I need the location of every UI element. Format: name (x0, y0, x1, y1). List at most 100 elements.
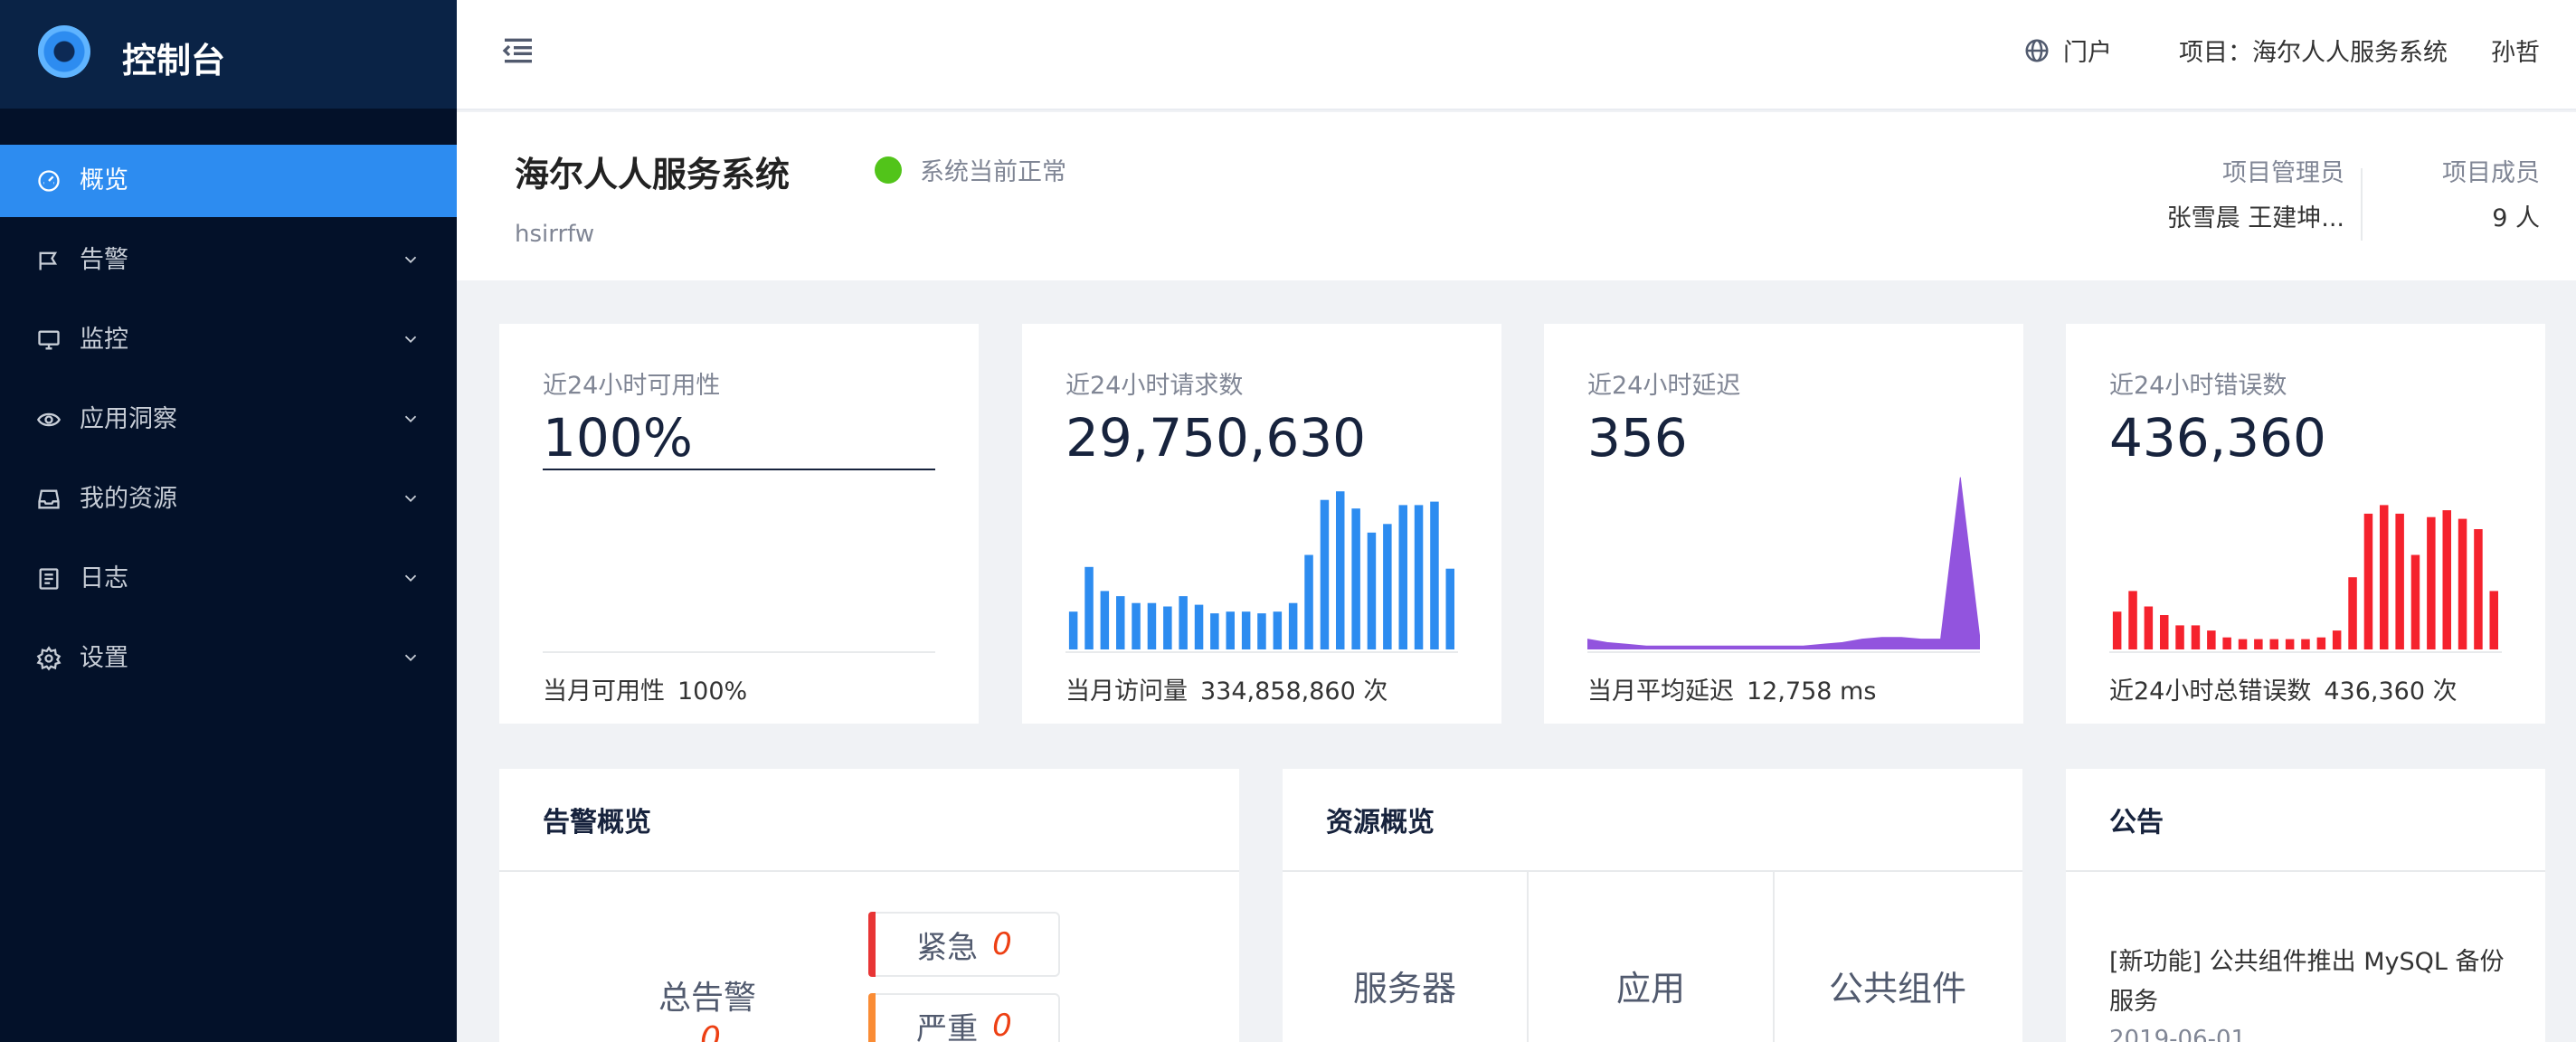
chart-bar (1084, 566, 1094, 649)
project-members: 项目成员 9 人 (2386, 157, 2576, 235)
card-divider (1587, 651, 1980, 653)
chart-bar (2363, 513, 2373, 649)
chart-bar (1367, 532, 1377, 649)
chart-bar (1398, 505, 1407, 649)
chart-bar (1179, 596, 1188, 649)
latency-chart (1587, 477, 1980, 649)
chart-bar (1068, 611, 1078, 649)
alarm-tag-severe[interactable]: 严重 0 (868, 993, 1060, 1042)
chart-bar (1445, 568, 1454, 649)
top-header: 门户 项目：海尔人人服务系统 孙哲 (457, 0, 2576, 110)
chevron-down-icon (404, 336, 417, 344)
card-footer: 当月访问量 334,858,860 次 (1065, 671, 1387, 706)
chart-bar (2207, 630, 2216, 649)
panel-title: 公告 (2109, 807, 2164, 838)
foot-value: 12,758 ms (1747, 677, 1877, 706)
critical-bar (868, 912, 876, 977)
sidebar-item-label: 告警 (80, 246, 128, 274)
sidebar-item-label: 日志 (80, 564, 128, 592)
chevron-down-icon (404, 256, 417, 264)
chart-bar (2427, 516, 2436, 649)
chart-bar (1100, 591, 1110, 649)
chart-bar (2254, 639, 2263, 649)
admin-value[interactable]: 张雪晨 王建坤... (2167, 203, 2344, 235)
sidebar-item-resources[interactable]: 我的资源 (0, 463, 457, 535)
sidebar-item-label: 我的资源 (80, 485, 177, 513)
chart-bar (2316, 637, 2326, 649)
chart-bar (2238, 639, 2248, 649)
latency-card[interactable]: 近24小时延迟 356 当月平均延迟 12,758 ms (1544, 324, 2023, 724)
chevron-down-icon (404, 415, 417, 423)
resource-cell-servers[interactable]: 服务器 (1283, 870, 1529, 1042)
chart-bar (1430, 501, 1439, 649)
card-divider (2109, 651, 2502, 653)
sidebar-item-insight[interactable]: 应用洞察 (0, 384, 457, 456)
card-footer: 近24小时总错误数 436,360 次 (2109, 671, 2458, 706)
chart-bar (2160, 615, 2169, 649)
chart-bar (2128, 591, 2137, 649)
chart-bar (1194, 604, 1204, 649)
sidebar-item-monitor[interactable]: 监控 (0, 304, 457, 376)
member-value[interactable]: 9 人 (2386, 203, 2540, 235)
chart-bar (1351, 508, 1360, 649)
total-alarm-value[interactable]: 0 (700, 1020, 721, 1042)
sidebar-menu: 概览 告警 监控 应用洞察 我的资源 日志 设置 (0, 145, 457, 695)
resource-overview-panel: 资源概览 服务器 应用 公共组件 (1283, 769, 2022, 1042)
sidebar-item-logs[interactable]: 日志 (0, 543, 457, 615)
chart-bar (1383, 524, 1392, 649)
chevron-down-icon (404, 495, 417, 503)
tag-label: 紧急 (916, 929, 979, 966)
member-label: 项目成员 (2442, 159, 2540, 187)
card-title: 近24小时请求数 (1065, 372, 1244, 400)
notice-item[interactable]: [新功能] 公共组件推出 MySQL 备份服务 (2109, 943, 2507, 1022)
requests-card[interactable]: 近24小时请求数 29,750,630 当月访问量 334,858,860 次 (1022, 324, 1501, 724)
menu-collapse-icon[interactable] (500, 33, 536, 69)
chart-bar (1210, 613, 1219, 649)
tag-value: 0 (992, 926, 1012, 962)
chart-bar (1132, 602, 1141, 649)
foot-value: 334,858,860 次 (1200, 677, 1388, 706)
card-value: 436,360 (2109, 407, 2326, 469)
resource-cell-apps[interactable]: 应用 (1529, 870, 1775, 1042)
card-divider (543, 651, 935, 653)
user-name[interactable]: 孙哲 (2491, 33, 2540, 68)
card-value: 356 (1587, 407, 1688, 469)
sidebar: 控制台 概览 告警 监控 应用洞察 我的资源 日志 设置 (0, 0, 457, 1042)
foot-label: 当月可用性 (543, 677, 665, 706)
portal-link[interactable]: 门户 (2023, 33, 2112, 68)
chart-bar (2348, 577, 2357, 649)
chart-bar (1414, 505, 1424, 649)
chart-bar (2269, 639, 2278, 649)
errors-chart (2112, 505, 2498, 649)
project-admins: 项目管理员 张雪晨 王建坤... (2167, 157, 2344, 235)
sidebar-item-settings[interactable]: 设置 (0, 622, 457, 695)
notice-panel: 公告 [新功能] 公共组件推出 MySQL 备份服务 2019-06-01 (2066, 769, 2545, 1042)
chart-bar (2175, 625, 2184, 649)
chart-bar (1304, 554, 1313, 649)
foot-label: 近24小时总错误数 (2109, 677, 2312, 706)
chart-bar (2144, 606, 2154, 649)
chart-bar (1336, 491, 1345, 649)
chart-bar (1241, 611, 1251, 649)
chevron-down-icon (404, 654, 417, 662)
sidebar-item-alarm[interactable]: 告警 (0, 224, 457, 297)
chart-bar (2301, 639, 2310, 649)
chart-bar (1257, 613, 1266, 649)
chart-bar (1147, 602, 1157, 649)
errors-card[interactable]: 近24小时错误数 436,360 近24小时总错误数 436,360 次 (2066, 324, 2545, 724)
status-text: 系统当前正常 (920, 158, 1066, 186)
admin-label: 项目管理员 (2222, 159, 2344, 187)
availability-card[interactable]: 近24小时可用性 100% 当月可用性 100% (499, 324, 979, 724)
chart-bar (2191, 625, 2201, 649)
project-selector[interactable]: 项目：海尔人人服务系统 (2179, 33, 2448, 68)
chart-bar (2489, 591, 2498, 649)
chart-bar (2222, 637, 2231, 649)
chart-bar (1320, 499, 1330, 649)
sidebar-item-overview[interactable]: 概览 (0, 145, 457, 217)
alarm-tag-critical[interactable]: 紧急 0 (868, 912, 1060, 977)
chart-bar (2458, 518, 2467, 649)
resource-cell-components[interactable]: 公共组件 (1775, 870, 2021, 1042)
foot-label: 当月平均延迟 (1587, 677, 1734, 706)
system-status: 系统当前正常 (875, 152, 1066, 187)
monitor-icon (38, 330, 60, 350)
